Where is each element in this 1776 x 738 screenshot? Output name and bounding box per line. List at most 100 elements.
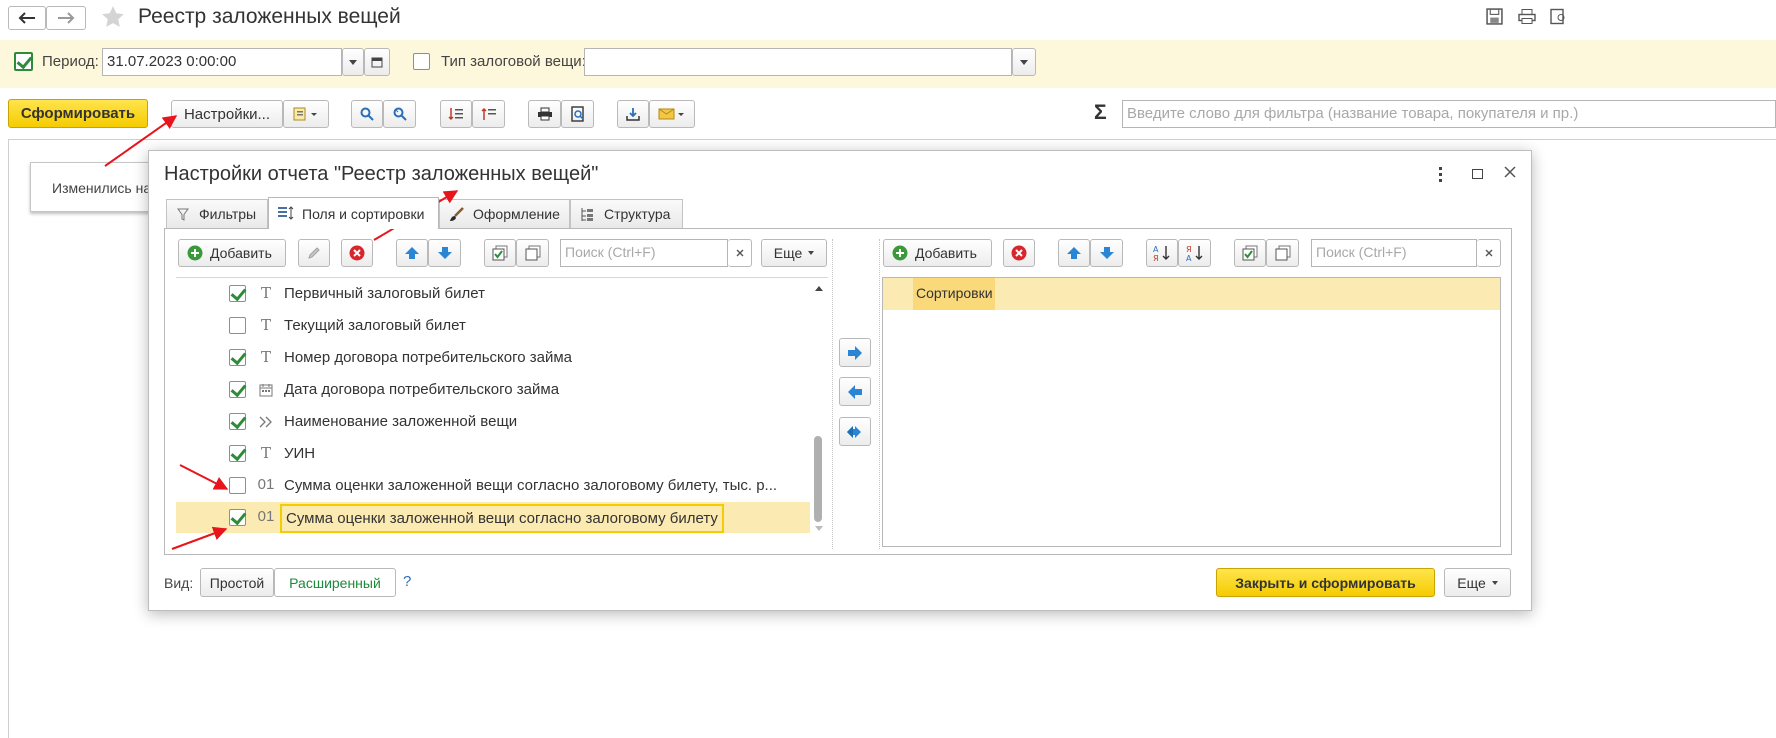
svg-text:Я: Я (1153, 254, 1159, 262)
view-label: Вид: (164, 575, 194, 591)
tab-filters[interactable]: Фильтры (166, 199, 268, 228)
tab-structure[interactable]: Структура (570, 199, 683, 228)
field-row[interactable]: Дата договора потребительского займа (176, 374, 810, 406)
field-row[interactable]: T УИН (176, 438, 810, 470)
date-type-icon (256, 380, 276, 401)
tab-fields-sorting[interactable]: Поля и сортировки (268, 197, 439, 229)
svg-text:Я: Я (1186, 245, 1192, 254)
sort-check-all-button[interactable] (1234, 239, 1266, 267)
check-all-button[interactable] (484, 239, 516, 267)
uncheck-all-button[interactable] (516, 239, 549, 267)
printer-icon (537, 107, 552, 121)
add-field-button[interactable]: Добавить (178, 239, 286, 267)
find-next-button[interactable] (383, 100, 416, 128)
sort-move-up-button[interactable] (1058, 239, 1090, 267)
remove-from-sort-button[interactable] (839, 377, 871, 406)
edit-field-button[interactable] (298, 239, 330, 267)
sort-move-down-button[interactable] (1090, 239, 1123, 267)
divider (879, 239, 880, 549)
calendar-button[interactable] (364, 48, 390, 76)
close-icon[interactable] (1503, 165, 1517, 179)
more-vertical-icon[interactable] (1439, 167, 1443, 182)
maximize-icon[interactable] (1472, 169, 1483, 179)
sum-icon[interactable]: Σ (1094, 101, 1107, 125)
divider (832, 239, 833, 549)
delete-field-button[interactable] (341, 239, 373, 267)
save-icon[interactable] (1486, 8, 1503, 25)
field-checkbox[interactable] (229, 349, 246, 366)
scroll-up-arrow[interactable] (815, 286, 823, 291)
field-checkbox[interactable] (229, 477, 246, 494)
left-search-input[interactable]: Поиск (Ctrl+F) (560, 239, 728, 267)
settings-button[interactable]: Настройки... (171, 100, 283, 128)
field-row[interactable]: Наименование заложенной вещи (176, 406, 810, 438)
expand-groups-button[interactable] (440, 100, 472, 128)
tab-label: Структура (604, 206, 671, 222)
period-dropdown-button[interactable] (342, 48, 364, 76)
print-icon[interactable] (1518, 8, 1536, 25)
field-checkbox[interactable] (229, 381, 246, 398)
footer-more-button[interactable]: Еще (1444, 568, 1511, 597)
field-checkbox[interactable] (229, 317, 246, 334)
move-down-button[interactable] (428, 239, 461, 267)
save-file-button[interactable] (617, 100, 649, 128)
download-icon (626, 108, 640, 121)
favorite-star-icon[interactable] (100, 4, 126, 30)
field-row[interactable]: T Текущий залоговый билет (176, 310, 810, 342)
back-button[interactable] (8, 6, 46, 30)
arrow-up-icon (1067, 247, 1081, 259)
tab-label: Фильтры (199, 206, 257, 222)
fields-list: T Первичный залоговый билет T Текущий залог… (176, 277, 828, 533)
field-label: Наименование заложенной вещи (284, 413, 518, 430)
move-up-button[interactable] (396, 239, 428, 267)
field-checkbox[interactable] (229, 509, 246, 526)
variants-button[interactable] (283, 100, 329, 128)
forward-button[interactable] (46, 6, 86, 30)
type-checkbox[interactable] (413, 53, 430, 70)
delete-sort-button[interactable] (1003, 239, 1035, 267)
period-field[interactable]: 31.07.2023 0:00:00 (102, 48, 342, 76)
find-button[interactable] (351, 100, 383, 128)
field-row[interactable]: 01 Сумма оценки заложенной вещи согласно … (176, 502, 810, 533)
help-link[interactable]: ? (403, 573, 411, 590)
list-scrollbar[interactable] (812, 278, 826, 533)
view-simple-button[interactable]: Простой (200, 568, 274, 597)
generate-button[interactable]: Сформировать (8, 99, 148, 128)
filter-search-input[interactable]: Введите слово для фильтра (название това… (1122, 100, 1776, 128)
remove-all-from-sort-button[interactable] (839, 417, 871, 446)
field-checkbox[interactable] (229, 445, 246, 462)
period-checkbox[interactable] (14, 52, 33, 71)
print-preview-icon (570, 106, 584, 122)
sort-descending-icon: ЯA (1186, 245, 1202, 262)
field-checkbox[interactable] (229, 285, 246, 302)
type-dropdown-button[interactable] (1012, 48, 1036, 76)
tab-appearance[interactable]: Оформление (439, 199, 570, 228)
sort-root-row[interactable]: Сортировки (883, 278, 1500, 310)
move-to-sort-button[interactable] (839, 338, 871, 367)
field-row[interactable]: T Первичный залоговый билет (176, 278, 810, 310)
view-extended-button[interactable]: Расширенный (274, 568, 396, 597)
right-search-input[interactable]: Поиск (Ctrl+F) (1311, 239, 1477, 267)
tab-content: Добавить Поиск (Ctrl+F) Еще T Первичный … (164, 228, 1512, 555)
add-sort-button[interactable]: Добавить (883, 239, 992, 267)
field-label: Дата договора потребительского займа (284, 381, 560, 398)
type-field[interactable] (584, 48, 1012, 76)
left-search-clear-button[interactable] (728, 239, 752, 267)
preview-button[interactable] (561, 100, 594, 128)
send-email-button[interactable] (649, 100, 695, 128)
field-checkbox[interactable] (229, 413, 246, 430)
close-and-generate-button[interactable]: Закрыть и сформировать (1216, 568, 1435, 597)
sort-descending-button[interactable]: ЯA (1178, 239, 1211, 267)
sort-ascending-button[interactable]: AЯ (1146, 239, 1178, 267)
right-search-clear-button[interactable] (1477, 239, 1501, 267)
print-button[interactable] (528, 100, 561, 128)
left-more-button[interactable]: Еще (761, 239, 827, 267)
field-row[interactable]: T Номер договора потребительского займа (176, 342, 810, 374)
sort-uncheck-all-button[interactable] (1266, 239, 1299, 267)
preview-icon[interactable] (1550, 8, 1568, 25)
scroll-thumb[interactable] (814, 436, 822, 522)
scroll-down-arrow[interactable] (815, 526, 823, 531)
arrow-down-icon (1099, 247, 1114, 259)
field-row[interactable]: 01 Сумма оценки заложенной вещи согласно … (176, 470, 810, 502)
collapse-groups-button[interactable] (472, 100, 505, 128)
